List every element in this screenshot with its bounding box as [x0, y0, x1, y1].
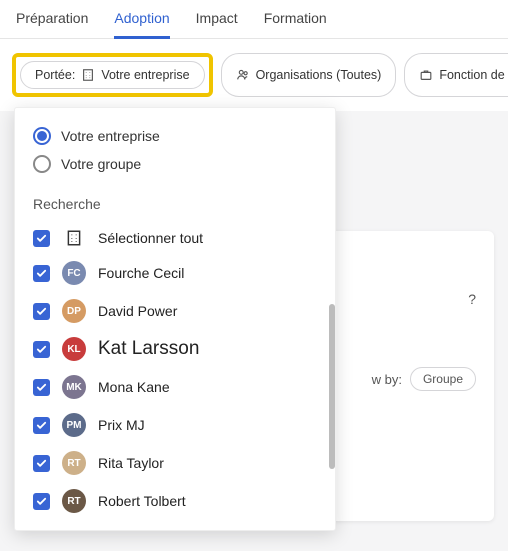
avatar: KL — [62, 337, 86, 361]
person-row[interactable]: MK Mona Kane — [15, 368, 335, 406]
person-row[interactable]: RT Rita Taylor — [15, 444, 335, 482]
tab-preparation[interactable]: Préparation — [16, 10, 88, 38]
avatar: PM — [62, 413, 86, 437]
avatar: DP — [62, 299, 86, 323]
radio-enterprise[interactable]: Votre entreprise — [15, 122, 335, 150]
person-name: Fourche Cecil — [98, 265, 184, 281]
scope-chip[interactable]: Portée: Votre entreprise — [20, 61, 205, 89]
person-row[interactable]: KL Kat Larsson — [15, 330, 335, 368]
avatar: RT — [62, 489, 86, 513]
radio-enterprise-label: Votre entreprise — [61, 128, 160, 144]
tab-adoption[interactable]: Adoption — [114, 10, 169, 39]
person-name: Mona Kane — [98, 379, 170, 395]
building-icon — [62, 229, 86, 247]
select-all-label: Sélectionner tout — [98, 230, 203, 246]
view-by-row: w by: Groupe — [372, 367, 476, 391]
person-row[interactable]: RT Robert Tolbert — [15, 482, 335, 520]
person-name: David Power — [98, 303, 177, 319]
view-by-label: w by: — [372, 372, 402, 387]
tab-impact[interactable]: Impact — [196, 10, 238, 38]
filter-bar: Portée: Votre entreprise Organisations (… — [0, 39, 508, 111]
checkbox-checked-icon — [33, 341, 50, 358]
checkbox-checked-icon — [33, 379, 50, 396]
checkbox-checked-icon — [33, 417, 50, 434]
search-label: Recherche — [15, 178, 335, 222]
organisations-label: Organisations (Toutes) — [256, 68, 382, 82]
people-icon — [236, 68, 250, 82]
scrollbar[interactable] — [329, 304, 335, 469]
person-name: Robert Tolbert — [98, 493, 186, 509]
person-row[interactable]: DP David Power — [15, 292, 335, 330]
checkbox-checked-icon — [33, 455, 50, 472]
checkbox-checked-icon — [33, 265, 50, 282]
person-name: Prix MJ — [98, 417, 145, 433]
scope-dropdown-panel: Votre entreprise Votre groupe Recherche … — [14, 107, 336, 531]
radio-group[interactable]: Votre groupe — [15, 150, 335, 178]
checkbox-checked-icon — [33, 493, 50, 510]
top-tabs: Préparation Adoption Impact Formation — [0, 0, 508, 39]
person-name: Rita Taylor — [98, 455, 164, 471]
person-row[interactable]: PM Prix MJ — [15, 406, 335, 444]
people-list: Sélectionner tout FC Fourche Cecil DP David… — [15, 222, 335, 520]
briefcase-icon — [419, 68, 433, 82]
checkbox-checked-icon — [33, 230, 50, 247]
avatar: FC — [62, 261, 86, 285]
avatar: RT — [62, 451, 86, 475]
scope-prefix: Portée: — [35, 68, 75, 82]
person-name: Kat Larsson — [98, 338, 199, 360]
scope-value: Votre entreprise — [101, 68, 189, 82]
scope-highlight: Portée: Votre entreprise — [12, 53, 213, 97]
select-all-row[interactable]: Sélectionner tout — [15, 222, 335, 254]
building-icon — [81, 68, 95, 82]
job-function-chip[interactable]: Fonction de travail (Tous) — [404, 53, 508, 97]
organisations-chip[interactable]: Organisations (Toutes) — [221, 53, 397, 97]
checkbox-checked-icon — [33, 303, 50, 320]
tab-formation[interactable]: Formation — [264, 10, 327, 38]
avatar: MK — [62, 375, 86, 399]
card-question-tail: ? — [468, 291, 476, 307]
person-row[interactable]: FC Fourche Cecil — [15, 254, 335, 292]
radio-group-label: Votre groupe — [61, 156, 141, 172]
job-function-label: Fonction de travail (Tous) — [439, 68, 508, 82]
content-area: ? w by: Groupe Votre entreprise Votre gr… — [0, 111, 508, 551]
radio-icon-checked — [33, 127, 51, 145]
radio-icon-unchecked — [33, 155, 51, 173]
view-by-pill[interactable]: Groupe — [410, 367, 476, 391]
